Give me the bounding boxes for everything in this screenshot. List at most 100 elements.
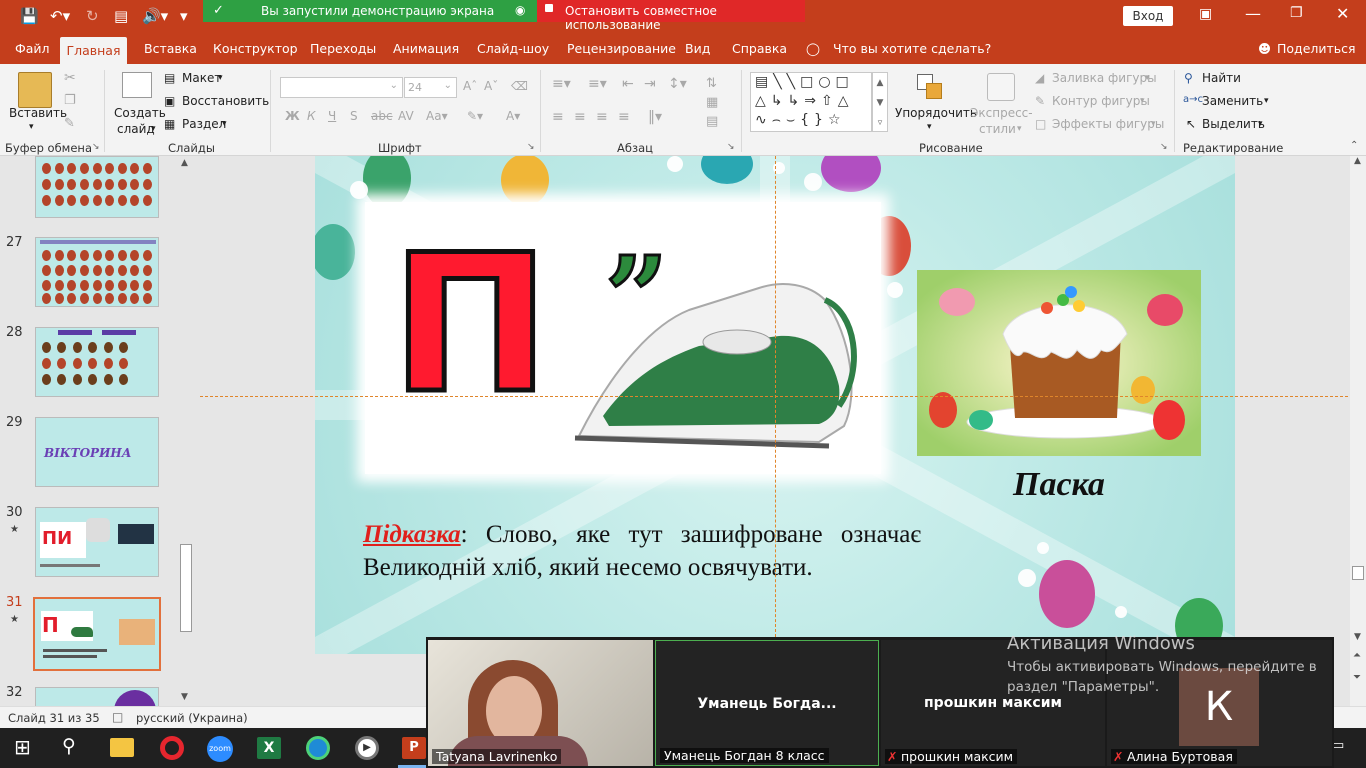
bullets-icon[interactable]: ≡▾ bbox=[552, 76, 571, 92]
paste-button[interactable]: Вставить bbox=[9, 106, 67, 120]
tab-slideshow[interactable]: Слайд-шоу bbox=[477, 41, 549, 56]
thumbnail-slide-28[interactable] bbox=[35, 327, 159, 397]
redo-icon[interactable]: ↻ bbox=[86, 6, 99, 26]
minimize-icon[interactable]: — bbox=[1245, 4, 1261, 23]
previous-slide-icon[interactable]: ⏶ bbox=[1353, 650, 1361, 661]
excel-icon[interactable]: X bbox=[257, 737, 281, 759]
paska-image[interactable] bbox=[917, 270, 1201, 456]
tab-view[interactable]: Вид bbox=[685, 41, 710, 56]
spacing-icon[interactable]: AV bbox=[398, 109, 414, 123]
opera-icon[interactable] bbox=[160, 736, 184, 760]
layout-button[interactable]: Макет bbox=[182, 71, 221, 85]
font-color-icon[interactable]: A▾ bbox=[506, 109, 520, 123]
share-button[interactable]: Поделиться bbox=[1277, 41, 1356, 56]
strikethrough-icon[interactable]: abc bbox=[371, 109, 393, 123]
tab-file[interactable]: Файл bbox=[15, 41, 50, 56]
increase-indent-icon[interactable]: ⇥ bbox=[644, 76, 656, 92]
thumbnail-slide-27[interactable] bbox=[35, 237, 159, 307]
shape-effects-button[interactable]: Эффекты фигуры bbox=[1052, 117, 1164, 131]
align-text-icon[interactable]: ▦ bbox=[706, 95, 718, 110]
underline-icon[interactable]: Ч bbox=[328, 109, 336, 123]
clipboard-launcher-icon[interactable]: ↘ bbox=[92, 142, 100, 152]
horizontal-guide[interactable] bbox=[200, 396, 1348, 397]
bold-icon[interactable]: Ж bbox=[285, 109, 300, 123]
copy-icon[interactable]: ❐ bbox=[64, 93, 76, 108]
audio-icon[interactable]: 🔊▾ bbox=[142, 6, 168, 26]
undo-icon[interactable]: ↶▾ bbox=[50, 6, 70, 26]
justify-icon[interactable]: ≡ bbox=[618, 109, 630, 125]
participant-tile-active[interactable]: Уманець Богда... Уманець Богдан 8 класс bbox=[655, 640, 879, 766]
spellcheck-icon[interactable]: □ bbox=[112, 710, 123, 724]
quick-styles-icon[interactable] bbox=[987, 73, 1015, 101]
letter-p[interactable]: П bbox=[388, 227, 552, 422]
tab-help[interactable]: Справка bbox=[732, 41, 787, 56]
quick-styles-button[interactable]: Экспресс- bbox=[970, 106, 1033, 120]
select-button[interactable]: Выделить bbox=[1202, 117, 1265, 131]
arrange-icon[interactable] bbox=[917, 74, 943, 100]
reset-button[interactable]: Восстановить bbox=[182, 94, 269, 108]
vertical-guide[interactable] bbox=[775, 156, 776, 637]
tab-design[interactable]: Конструктор bbox=[213, 41, 298, 56]
thumbnail-slide-30[interactable]: ПИ bbox=[35, 507, 159, 577]
thumbnails-scroll-thumb[interactable] bbox=[180, 544, 192, 632]
collapse-ribbon-icon[interactable]: ⌃ bbox=[1350, 140, 1358, 151]
search-icon[interactable]: ⚲ bbox=[62, 735, 76, 757]
restore-icon[interactable]: ❐ bbox=[1290, 5, 1303, 21]
tab-animations[interactable]: Анимация bbox=[393, 41, 459, 56]
italic-icon[interactable]: К bbox=[307, 109, 316, 123]
new-slide-dropdown-icon[interactable]: ▾ bbox=[151, 124, 156, 134]
tab-review[interactable]: Рецензирование bbox=[567, 41, 676, 56]
thumbnails-scrollbar[interactable]: ▲ ▼ bbox=[178, 158, 194, 704]
arrange-dropdown-icon[interactable]: ▾ bbox=[927, 122, 932, 132]
save-icon[interactable]: 💾 bbox=[20, 6, 39, 26]
thumbnail-slide-31[interactable]: П bbox=[33, 597, 161, 671]
tell-me-input[interactable]: Что вы хотите сделать? bbox=[833, 41, 991, 56]
new-slide-button[interactable]: Создать bbox=[114, 106, 166, 120]
thumbnail-slide-26[interactable] bbox=[35, 156, 159, 218]
answer-caption[interactable]: Паска bbox=[1013, 466, 1105, 504]
thumbnail-slide-29[interactable]: ВІКТОРИНА bbox=[35, 417, 159, 487]
font-size-select[interactable]: 24 ⌄ bbox=[404, 77, 457, 98]
media-player-icon[interactable]: ▶ bbox=[355, 736, 379, 760]
shapes-scroll[interactable]: ▲ ▼ ▿ bbox=[872, 72, 888, 132]
thumbnail-slide-32[interactable] bbox=[35, 687, 159, 706]
shape-fill-dropdown-icon[interactable]: ▾ bbox=[1145, 73, 1150, 83]
hint-textbox[interactable]: Підказка: Слово, яке тут зашифроване озн… bbox=[363, 518, 927, 584]
shapes-gallery[interactable]: ▤╲╲□○□ △↳↳⇒⇧△ ∿⌢⌣{}☆ bbox=[750, 72, 872, 132]
shape-fill-button[interactable]: Заливка фигуры bbox=[1052, 71, 1157, 85]
text-direction-icon[interactable]: ⇅ bbox=[706, 76, 717, 91]
ribbon-display-icon[interactable]: ▣ bbox=[1199, 6, 1212, 22]
tab-transitions[interactable]: Переходы bbox=[310, 41, 376, 56]
smartart-icon[interactable]: ▤ bbox=[706, 114, 718, 129]
customize-toolbar-icon[interactable]: ▾ bbox=[180, 6, 188, 26]
paste-icon[interactable] bbox=[18, 72, 52, 108]
file-explorer-icon[interactable] bbox=[110, 738, 134, 757]
next-slide-icon[interactable]: ⏷ bbox=[1353, 672, 1361, 683]
replace-dropdown-icon[interactable]: ▾ bbox=[1264, 96, 1269, 106]
numbering-icon[interactable]: ≡▾ bbox=[588, 76, 607, 92]
slide-scrollbar[interactable]: ▲ ▼ ⏶ ⏷ bbox=[1350, 156, 1366, 706]
new-slide-icon[interactable] bbox=[122, 72, 152, 98]
present-icon[interactable]: ▤ bbox=[114, 6, 128, 26]
tab-insert[interactable]: Вставка bbox=[144, 41, 197, 56]
shadow-icon[interactable]: S bbox=[350, 109, 358, 123]
shape-outline-button[interactable]: Контур фигуры bbox=[1052, 94, 1150, 108]
close-icon[interactable]: ✕ bbox=[1336, 4, 1349, 23]
login-button[interactable]: Вход bbox=[1123, 6, 1173, 26]
quick-styles-dropdown-icon[interactable]: ▾ bbox=[1017, 124, 1022, 134]
layout-dropdown-icon[interactable]: ▾ bbox=[218, 73, 223, 83]
align-left-icon[interactable]: ≡ bbox=[552, 109, 564, 125]
find-button[interactable]: Найти bbox=[1202, 71, 1241, 85]
decrease-indent-icon[interactable]: ⇤ bbox=[622, 76, 634, 92]
paste-dropdown-icon[interactable]: ▾ bbox=[29, 122, 34, 132]
participant-tile-video[interactable]: Tatyana Lavrinenko bbox=[428, 640, 653, 766]
shape-effects-dropdown-icon[interactable]: ▾ bbox=[1151, 119, 1156, 129]
tab-home[interactable]: Главная bbox=[60, 37, 127, 64]
section-dropdown-icon[interactable]: ▾ bbox=[222, 119, 227, 129]
font-name-select[interactable]: ⌄ bbox=[280, 77, 403, 98]
shape-outline-dropdown-icon[interactable]: ▾ bbox=[1140, 96, 1145, 106]
arrange-button[interactable]: Упорядочить bbox=[895, 106, 977, 120]
iron-image[interactable] bbox=[569, 276, 869, 452]
change-case-icon[interactable]: Aa▾ bbox=[426, 109, 448, 123]
windows-start-icon[interactable]: ⊞ bbox=[14, 735, 31, 759]
